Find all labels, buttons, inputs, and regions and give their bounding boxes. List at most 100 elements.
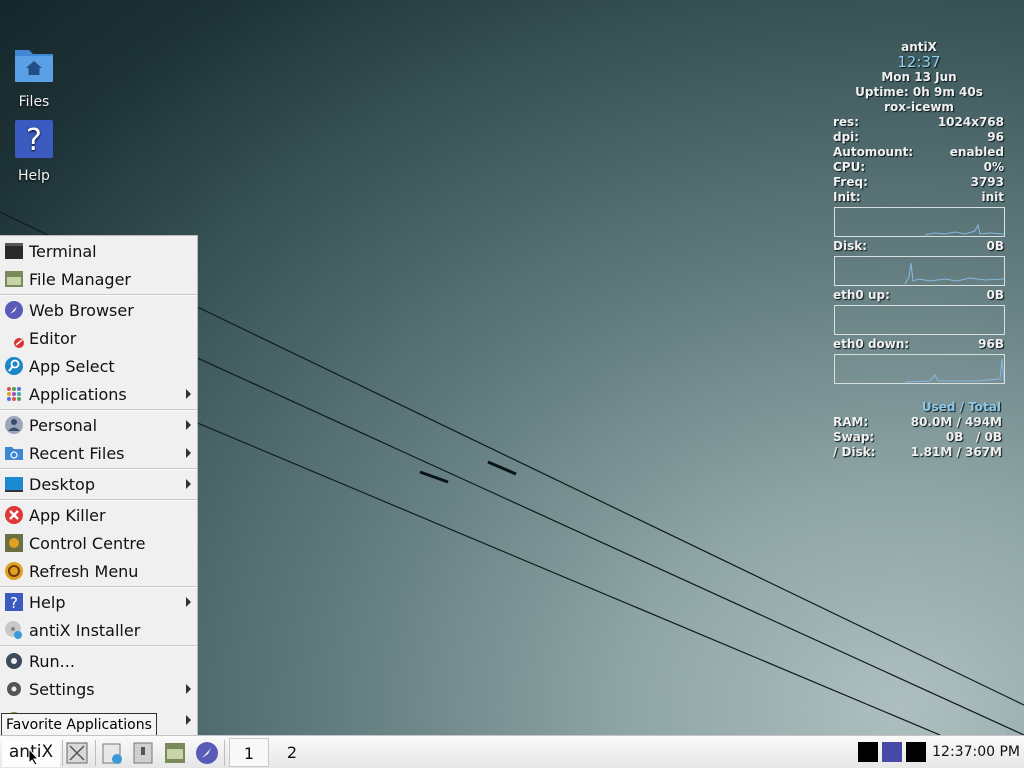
used-total-header: Used / Total <box>921 400 1001 414</box>
stat-value: 96 <box>987 130 1004 144</box>
stat-value: 1.81M / 367M <box>910 445 1002 459</box>
conky-stat: CPU: 0% <box>832 160 1006 175</box>
desktop-icon-files[interactable]: Files <box>0 44 68 110</box>
eth-up-graph <box>834 305 1005 335</box>
menu-item-label: Refresh Menu <box>29 561 139 581</box>
menu-item-file-manager[interactable]: File Manager <box>0 265 197 293</box>
desktop-icon-label: Files <box>18 94 50 110</box>
conky-stat: Freq: 3793 <box>832 175 1006 190</box>
conky-memory: / Disk: 1.81M / 367M <box>832 445 1006 460</box>
tooltip: Favorite Applications <box>1 713 157 737</box>
svg-text:?: ? <box>26 123 42 158</box>
installer-icon <box>5 621 22 639</box>
show-desktop-icon[interactable] <box>65 741 89 765</box>
system-tray <box>858 742 926 764</box>
menu-item-control-centre[interactable]: Control Centre <box>0 529 197 557</box>
menu-item-label: Settings <box>29 679 95 699</box>
applications-icon <box>7 387 21 401</box>
menu-item-web-browser[interactable]: Web Browser <box>0 296 197 324</box>
menu-item-label: App Select <box>29 356 115 376</box>
workspace-2-button[interactable]: 2 <box>272 738 312 767</box>
conky-system-monitor: antiX 12:37 Mon 13 Jun Uptime: 0h 9m 40s… <box>832 40 1006 460</box>
stat-value: 96B <box>978 337 1004 351</box>
menu-item-settings[interactable]: Settings <box>0 675 197 703</box>
conky-stat: Automount: enabled <box>832 145 1006 160</box>
folder-home-icon <box>15 50 53 82</box>
stat-value: enabled <box>949 145 1004 159</box>
menu-item-desktop[interactable]: Desktop <box>0 470 197 498</box>
control-centre-icon <box>5 534 23 552</box>
menu-item-recent-files[interactable]: Recent Files <box>0 439 197 467</box>
app-select-icon <box>5 357 23 375</box>
submenu-arrow-icon <box>186 715 191 725</box>
control-centre-launcher-icon[interactable] <box>163 741 187 765</box>
conky-uptime: Uptime: 0h 9m 40s <box>855 85 983 99</box>
web-browser-launcher-icon[interactable] <box>195 741 219 765</box>
menu-item-label: File Manager <box>29 269 131 289</box>
stat-key: RAM: <box>833 415 869 429</box>
terminal-launcher-icon[interactable] <box>131 741 155 765</box>
menu-item-run[interactable]: Run... <box>0 647 197 675</box>
stat-key: Disk: <box>833 239 867 253</box>
menu-item-terminal[interactable]: Terminal <box>0 237 197 265</box>
network-monitor-icon[interactable] <box>882 742 902 762</box>
menu-item-editor[interactable]: Editor <box>0 324 197 352</box>
disk-graph <box>834 256 1005 286</box>
cpu-monitor-icon[interactable] <box>858 742 878 762</box>
stat-value: 80.0M / 494M <box>910 415 1002 429</box>
memory-monitor-icon[interactable] <box>906 742 926 762</box>
menu-item-label: Editor <box>29 328 77 348</box>
svg-text:?: ? <box>10 594 18 612</box>
desktop-icon-help[interactable]: ? Help <box>0 118 68 184</box>
taskbar-divider <box>224 740 225 766</box>
conky-memory: RAM: 80.0M / 494M <box>832 415 1006 430</box>
menu-item-app-killer[interactable]: App Killer <box>0 501 197 529</box>
stat-key: res: <box>833 115 859 129</box>
menu-item-label: antiX Installer <box>29 620 141 640</box>
conky-wm: rox-icewm <box>884 100 954 114</box>
conky-stat: res: 1024x768 <box>832 115 1006 130</box>
menu-item-applications[interactable]: Applications <box>0 380 197 408</box>
run-icon <box>6 653 22 669</box>
stat-value: 0B <box>986 288 1005 302</box>
workspace-1-button[interactable]: 1 <box>229 738 269 767</box>
start-menu: Terminal File Manager Web Browser Editor… <box>0 235 198 736</box>
submenu-arrow-icon <box>186 389 191 399</box>
stat-value: 3793 <box>970 175 1004 189</box>
stat-value: init <box>981 190 1004 204</box>
menu-item-label: Web Browser <box>29 300 134 320</box>
cpu-graph <box>834 207 1005 237</box>
editor-icon <box>14 338 24 348</box>
help-icon: ? <box>15 120 53 158</box>
stat-value: 0% <box>983 160 1004 174</box>
submenu-arrow-icon <box>186 448 191 458</box>
stat-key: eth0 up: <box>833 288 890 302</box>
web-browser-icon <box>5 301 23 319</box>
terminal-icon <box>5 243 23 259</box>
conky-memory: Swap: 0B / 0B <box>832 430 1006 445</box>
menu-item-label: Recent Files <box>29 443 125 463</box>
stat-value: 1024x768 <box>937 115 1004 129</box>
submenu-arrow-icon <box>186 597 191 607</box>
refresh-menu-icon <box>5 562 23 580</box>
stat-key: Automount: <box>833 145 914 159</box>
menu-item-label: App Killer <box>29 505 106 525</box>
menu-item-antix-installer[interactable]: antiX Installer <box>0 616 197 644</box>
taskbar-clock[interactable]: 12:37:00 PM <box>932 736 1020 768</box>
stat-value: 0B / 0B <box>945 430 1002 444</box>
menu-item-label: Run... <box>29 651 75 671</box>
conky-stat: Init: init <box>832 190 1006 205</box>
menu-item-help[interactable]: ? Help <box>0 588 197 616</box>
menu-item-label: Terminal <box>29 241 97 261</box>
personal-icon <box>5 416 23 434</box>
menu-item-app-select[interactable]: App Select <box>0 352 197 380</box>
stat-key: Init: <box>833 190 861 204</box>
menu-item-label: Help <box>29 592 66 612</box>
conky-eth-up: eth0 up: 0B <box>832 288 1006 303</box>
menu-item-refresh-menu[interactable]: Refresh Menu <box>0 557 197 585</box>
menu-item-personal[interactable]: Personal <box>0 411 197 439</box>
stat-key: CPU: <box>833 160 866 174</box>
taskbar: antiX 1 2 12:37:00 PM <box>0 735 1024 768</box>
taskbar-divider <box>95 740 96 766</box>
file-manager-launcher-icon[interactable] <box>100 741 124 765</box>
